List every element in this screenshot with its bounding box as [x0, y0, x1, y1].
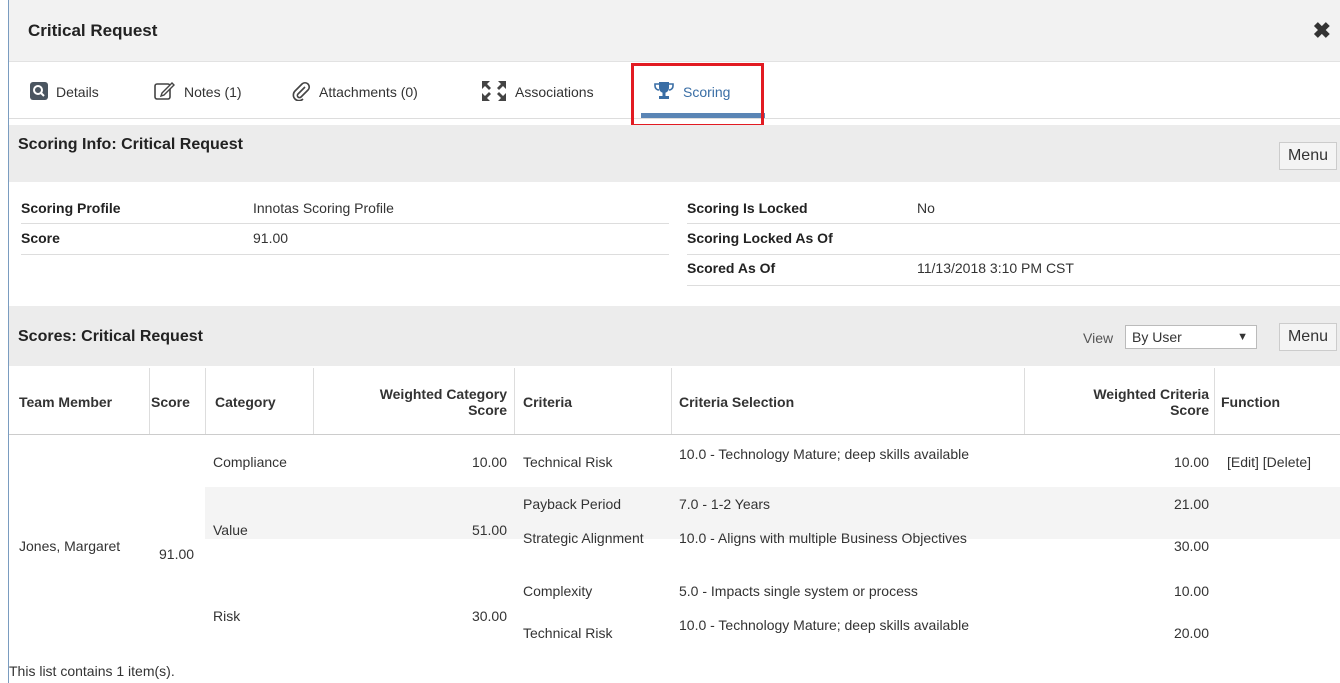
divider [21, 223, 669, 224]
col-divider [149, 368, 150, 434]
col-divider [671, 368, 672, 434]
criteria-name: Technical Risk [523, 454, 613, 470]
col-criteria[interactable]: Criteria [523, 382, 572, 422]
divider [687, 285, 1340, 286]
col-divider [313, 368, 314, 434]
tab-associations-label: Associations [515, 84, 594, 100]
info-row-locked: Scoring Is Locked No [679, 196, 1339, 220]
criteria-selection: 10.0 - Aligns with multiple Business Obj… [679, 530, 967, 546]
col-weighted-criteria-score[interactable]: Weighted Criteria Score [1029, 378, 1209, 426]
dialog-titlebar: Critical Request ✖ [9, 0, 1340, 62]
criteria-weighted-score: 10.00 [1173, 583, 1209, 599]
col-criteria-selection[interactable]: Criteria Selection [679, 382, 794, 422]
team-member-score: 91.00 [159, 546, 195, 562]
criteria-name: Complexity [523, 583, 593, 599]
criteria-name: Payback Period [523, 496, 622, 512]
tab-notes[interactable]: Notes (1) [154, 76, 242, 108]
category-weighted-score: 30.00 [471, 608, 507, 624]
tab-attachments-label: Attachments (0) [319, 84, 418, 100]
criteria-selection: 7.0 - 1-2 Years [679, 496, 771, 512]
divider [21, 254, 669, 255]
category-name: Value [213, 522, 248, 538]
scores-header: Scores: Critical Request View By User ▼ … [9, 306, 1340, 366]
info-row-profile: Scoring Profile Innotas Scoring Profile [9, 196, 669, 220]
info-row-scored-asof: Scored As Of 11/13/2018 3:10 PM CST [679, 256, 1339, 280]
scoring-info-header: Scoring Info: Critical Request Menu [9, 125, 1340, 182]
scoring-locked-label: Scoring Is Locked [687, 200, 808, 216]
criteria-weighted-score: 21.00 [1173, 496, 1209, 512]
col-weighted-category-score-line2: Score [468, 402, 507, 418]
scores-menu-button[interactable]: Menu [1278, 323, 1337, 351]
col-category[interactable]: Category [215, 382, 276, 422]
info-row-score: Score 91.00 [9, 226, 669, 250]
col-function[interactable]: Function [1221, 382, 1280, 422]
scoring-profile-value: Innotas Scoring Profile [253, 200, 394, 216]
edit-icon [154, 81, 176, 104]
edit-link[interactable]: [Edit] [1227, 454, 1259, 470]
tab-details[interactable]: Details [30, 76, 99, 108]
dialog-title: Critical Request [28, 21, 158, 40]
view-select[interactable]: By User ▼ [1125, 325, 1257, 349]
score-label: Score [21, 230, 60, 246]
category-weighted-score: 10.00 [471, 454, 507, 470]
view-select-value: By User [1132, 329, 1182, 345]
tab-notes-label: Notes (1) [184, 84, 242, 100]
criteria-name: Technical Risk [523, 625, 613, 641]
category-name: Compliance [213, 454, 287, 470]
col-score[interactable]: Score [151, 382, 190, 422]
col-divider [1024, 368, 1025, 434]
col-divider [205, 368, 206, 434]
col-team-member[interactable]: Team Member [19, 382, 112, 422]
scoring-locked-asof-label: Scoring Locked As Of [687, 230, 833, 246]
scoring-locked-value: No [917, 200, 935, 216]
tab-associations[interactable]: Associations [481, 76, 594, 108]
divider [687, 254, 1340, 255]
category-name: Risk [213, 608, 241, 624]
tab-attachments[interactable]: Attachments (0) [291, 76, 418, 108]
criteria-weighted-score: 20.00 [1173, 625, 1209, 641]
criteria-name: Strategic Alignment [523, 530, 644, 546]
scores-title: Scores: Critical Request [18, 328, 203, 345]
paperclip-icon [291, 81, 311, 104]
col-weighted-criteria-score-line2: Score [1170, 402, 1209, 418]
col-divider [1214, 368, 1215, 434]
view-label: View [1083, 330, 1114, 346]
scoring-info-title: Scoring Info: Critical Request [18, 136, 243, 153]
tab-details-label: Details [56, 84, 99, 100]
scored-asof-value: 11/13/2018 3:10 PM CST [917, 260, 1074, 276]
col-divider [514, 368, 515, 434]
close-icon[interactable]: ✖ [1313, 18, 1331, 44]
scored-asof-label: Scored As Of [687, 260, 776, 276]
team-member-name: Jones, Margaret [19, 538, 121, 554]
col-weighted-category-score[interactable]: Weighted Category Score [323, 378, 507, 426]
dialog-window: Critical Request ✖ Details Notes (1) Att… [8, 0, 1340, 683]
criteria-weighted-score: 30.00 [1173, 538, 1209, 554]
function-links: [Edit] [Delete] [1227, 454, 1311, 470]
col-weighted-category-score-line1: Weighted Category [379, 386, 507, 402]
list-count-footer: This list contains 1 item(s). [9, 663, 175, 679]
divider [687, 223, 1340, 224]
criteria-weighted-score: 10.00 [1173, 454, 1209, 470]
highlight-annotation [631, 63, 764, 127]
col-category-label: Category [215, 394, 276, 410]
expand-icon [481, 80, 507, 105]
col-weighted-criteria-score-line1: Weighted Criteria [1093, 386, 1209, 402]
scoring-profile-label: Scoring Profile [21, 200, 121, 216]
criteria-selection: 10.0 - Technology Mature; deep skills av… [679, 617, 970, 633]
score-value: 91.00 [253, 230, 289, 246]
scoring-info-menu-button[interactable]: Menu [1278, 142, 1337, 170]
delete-link[interactable]: [Delete] [1263, 454, 1311, 470]
criteria-selection: 10.0 - Technology Mature; deep skills av… [679, 446, 970, 462]
category-weighted-score: 51.00 [471, 522, 507, 538]
info-row-locked-asof: Scoring Locked As Of [679, 226, 1339, 250]
search-icon [30, 81, 48, 103]
chevron-down-icon: ▼ [1237, 331, 1248, 343]
header-divider [9, 434, 1340, 435]
criteria-selection: 5.0 - Impacts single system or process [679, 583, 918, 599]
